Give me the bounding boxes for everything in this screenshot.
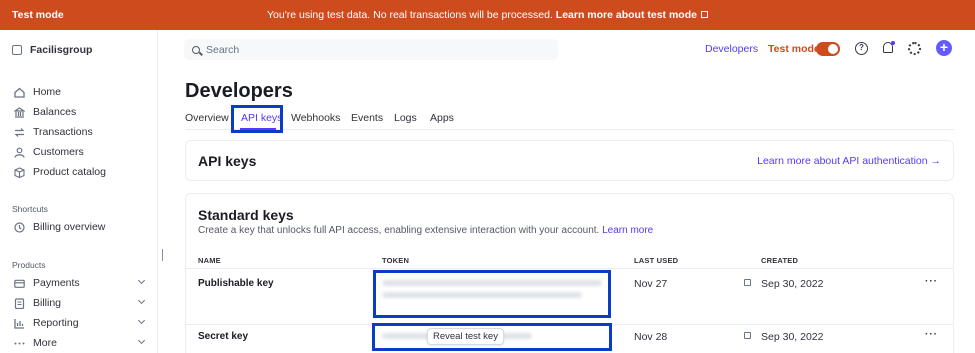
test-mode-label: Test mode: [768, 43, 820, 55]
key-name: Publishable key: [198, 278, 274, 289]
box-icon: [14, 166, 25, 178]
tab-apps[interactable]: Apps: [430, 112, 454, 124]
sidebar-item-label: Product catalog: [33, 166, 106, 178]
tab-events[interactable]: Events: [351, 112, 383, 124]
sidebar-item-label: Balances: [33, 106, 77, 118]
search-placeholder: Search: [206, 43, 240, 56]
notification-dot: [891, 41, 895, 45]
products-heading: Products: [12, 260, 46, 270]
banner-text: You're using test data. No real transact…: [267, 9, 553, 21]
column-header-name: NAME: [198, 256, 221, 265]
sidebar-item-label: Customers: [33, 146, 84, 158]
sidebar-item-label: Home: [33, 86, 62, 98]
chevron-down-icon: [137, 336, 146, 345]
last-used-value: Nov 27: [634, 278, 668, 290]
sidebar: Facilisgroup Home Balances Transactions …: [0, 30, 158, 353]
highlight-box-api-keys-tab: [231, 105, 283, 133]
row-actions-ellipsis-icon[interactable]: ···: [925, 329, 938, 340]
test-mode-toggle[interactable]: [816, 42, 840, 56]
help-icon[interactable]: ?: [855, 42, 868, 55]
sidebar-item-label: More: [33, 337, 57, 349]
gear-icon[interactable]: [908, 42, 921, 55]
page-title: Developers: [185, 80, 293, 102]
sidebar-item-more[interactable]: More: [14, 336, 146, 349]
sidebar-item-label: Transactions: [33, 126, 93, 138]
standard-keys-heading: Standard keys: [198, 207, 294, 223]
info-icon[interactable]: [744, 332, 751, 339]
sidebar-item-customers[interactable]: Customers: [14, 146, 146, 158]
column-header-created: CREATED: [761, 256, 799, 265]
sidebar-resize-handle[interactable]: [162, 249, 163, 261]
api-keys-card: API keys Learn more about API authentica…: [185, 140, 954, 181]
row-actions-ellipsis-icon[interactable]: ···: [925, 276, 938, 287]
home-icon: [14, 87, 25, 98]
created-value: Sep 30, 2022: [761, 278, 824, 290]
chevron-down-icon: [137, 296, 146, 305]
ellipsis-icon: [14, 338, 25, 349]
clock-icon: [14, 221, 25, 233]
shortcuts-heading: Shortcuts: [12, 204, 48, 214]
sidebar-item-billing-overview[interactable]: Billing overview: [14, 221, 146, 233]
created-value: Sep 30, 2022: [761, 331, 824, 343]
person-icon: [14, 147, 25, 158]
search-icon: [192, 45, 200, 54]
test-mode-banner: Test mode You're using test data. No rea…: [0, 0, 975, 30]
tab-logs[interactable]: Logs: [394, 112, 417, 124]
tabs-divider: [185, 129, 954, 130]
header-divider: [186, 268, 953, 269]
account-switcher[interactable]: Facilisgroup: [12, 44, 92, 56]
banner-message: You're using test data. No real transact…: [0, 9, 975, 21]
description-text: Create a key that unlocks full API acces…: [198, 225, 600, 236]
sidebar-item-payments[interactable]: Payments: [14, 276, 146, 289]
banner-learn-more-link[interactable]: Learn more about test mode: [556, 9, 697, 21]
sidebar-item-billing[interactable]: Billing: [14, 296, 146, 309]
sidebar-item-label: Reporting: [33, 317, 79, 329]
last-used-value: Nov 28: [634, 331, 668, 343]
top-bar: Search Developers Test mode ? +: [158, 30, 975, 70]
sidebar-item-balances[interactable]: Balances: [13, 106, 146, 118]
sidebar-item-label: Billing overview: [33, 221, 106, 233]
sidebar-item-transactions[interactable]: Transactions: [14, 126, 146, 138]
sidebar-item-label: Billing: [33, 297, 62, 309]
sidebar-item-label: Payments: [33, 277, 80, 289]
highlight-box-secret-token: [372, 323, 612, 351]
arrows-icon: [14, 127, 25, 138]
learn-more-link[interactable]: Learn more: [602, 225, 653, 236]
account-name: Facilisgroup: [30, 44, 93, 56]
card-icon: [14, 278, 25, 289]
highlight-box-publishable-token: [373, 270, 611, 318]
tab-webhooks[interactable]: Webhooks: [291, 112, 340, 124]
chart-icon: [14, 318, 25, 329]
tab-overview[interactable]: Overview: [185, 112, 229, 124]
external-link-icon: [700, 11, 708, 18]
building-icon: [12, 45, 22, 55]
column-header-token: TOKEN: [382, 256, 410, 265]
info-icon[interactable]: [744, 279, 751, 286]
standard-keys-description: Create a key that unlocks full API acces…: [198, 225, 653, 236]
key-name: Secret key: [198, 331, 249, 342]
sidebar-item-product-catalog[interactable]: Product catalog: [14, 166, 146, 178]
sidebar-item-reporting[interactable]: Reporting: [14, 316, 146, 329]
api-keys-heading: API keys: [198, 153, 257, 169]
column-header-last-used: LAST USED: [634, 256, 679, 265]
search-input[interactable]: Search: [184, 39, 558, 60]
bank-icon: [13, 106, 26, 118]
chevron-down-icon: [137, 316, 146, 325]
sidebar-item-home[interactable]: Home: [14, 86, 146, 98]
invoice-icon: [14, 297, 25, 309]
chevron-down-icon: [137, 276, 146, 285]
api-auth-link[interactable]: Learn more about API authentication →: [757, 155, 941, 167]
developers-link[interactable]: Developers: [705, 43, 758, 55]
create-plus-button[interactable]: +: [936, 40, 952, 56]
